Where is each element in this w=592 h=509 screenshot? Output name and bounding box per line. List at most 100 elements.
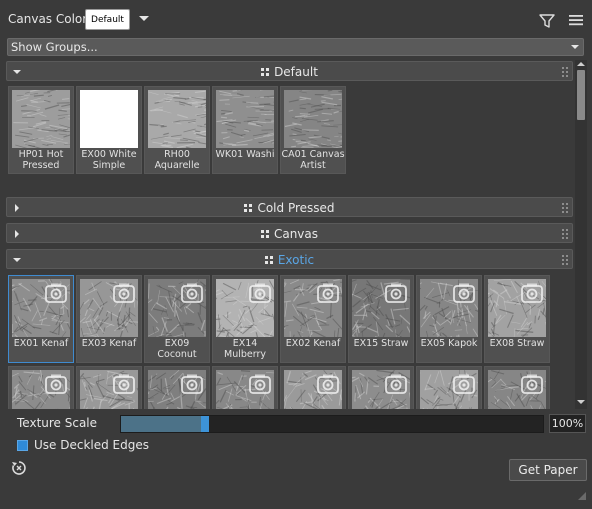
paper-label-line1: EX08 Straw bbox=[489, 338, 545, 349]
group-header-cold-pressed[interactable]: Cold Pressed bbox=[6, 197, 573, 217]
group-header-canvas[interactable]: Canvas bbox=[6, 223, 573, 243]
paper-label-line1: EX01 Kenaf bbox=[13, 338, 69, 349]
paper-tile[interactable]: HP01 Hot Pressed bbox=[8, 86, 74, 174]
show-groups-dropdown[interactable]: Show Groups... bbox=[7, 38, 584, 56]
group-header-default[interactable]: Default bbox=[6, 61, 573, 81]
paper-label: WK01 Washi bbox=[213, 149, 277, 160]
paper-label: CA01 Canvas Artist bbox=[281, 149, 345, 171]
group-title: Canvas bbox=[273, 227, 319, 241]
paper-tile[interactable] bbox=[144, 366, 210, 409]
paper-tile[interactable]: EX15 Straw bbox=[348, 275, 414, 363]
camera-icon bbox=[385, 283, 407, 303]
paper-label: EX05 Kapok bbox=[417, 338, 481, 349]
paper-thumbnail bbox=[148, 90, 206, 148]
canvas-color-label: Canvas Color bbox=[8, 12, 88, 26]
paper-label-line1: CA01 Canvas bbox=[281, 149, 345, 160]
paper-label-line2: Simple bbox=[92, 160, 126, 171]
scroll-down-icon[interactable] bbox=[577, 398, 585, 406]
texture-scale-slider[interactable] bbox=[120, 415, 544, 433]
paper-thumbnail bbox=[80, 279, 138, 337]
paper-label-line1: HP01 Hot bbox=[18, 149, 64, 160]
paper-tile[interactable]: EX05 Kapok bbox=[416, 275, 482, 363]
paper-tile[interactable] bbox=[484, 366, 550, 409]
grip-icon[interactable] bbox=[562, 203, 568, 213]
camera-icon bbox=[113, 374, 135, 394]
paper-tile[interactable]: CA01 Canvas Artist bbox=[280, 86, 346, 174]
canvas-color-swatch[interactable]: Default bbox=[85, 9, 130, 30]
paper-label: EX09 Coconut bbox=[145, 338, 209, 360]
camera-icon bbox=[453, 374, 475, 394]
grip-icon[interactable] bbox=[562, 229, 568, 239]
texture-scale-value[interactable]: 100% bbox=[549, 414, 586, 433]
paper-thumbnail bbox=[284, 90, 342, 148]
paper-thumbnail bbox=[352, 279, 410, 337]
paper-label-line1: EX02 Kenaf bbox=[285, 338, 341, 349]
paper-tile[interactable]: EX03 Kenaf bbox=[76, 275, 142, 363]
paper-label-line1: EX03 Kenaf bbox=[81, 338, 137, 349]
paper-label: EX15 Straw bbox=[349, 338, 413, 349]
paper-thumbnail bbox=[284, 279, 342, 337]
get-paper-button[interactable]: Get Paper bbox=[509, 459, 587, 481]
paper-thumbnail bbox=[284, 370, 342, 409]
paper-thumbnail bbox=[148, 279, 206, 337]
paper-thumbnail bbox=[12, 90, 70, 148]
paper-tile[interactable] bbox=[212, 366, 278, 409]
scroll-up-icon[interactable] bbox=[577, 60, 585, 68]
texture-scale-label: Texture Scale bbox=[17, 416, 98, 430]
scrollbar-thumb[interactable] bbox=[577, 70, 585, 120]
paper-tile[interactable] bbox=[280, 366, 346, 409]
paper-label-line2: Pressed bbox=[22, 160, 60, 171]
camera-icon bbox=[317, 283, 339, 303]
paper-thumbnail bbox=[420, 370, 478, 409]
paper-tile[interactable]: WK01 Washi bbox=[212, 86, 278, 174]
deckled-edges-checkbox[interactable] bbox=[17, 440, 28, 451]
paper-tile[interactable]: RH00 Aquarelle bbox=[144, 86, 210, 174]
paper-tile[interactable] bbox=[348, 366, 414, 409]
paper-tile[interactable]: EX01 Kenaf bbox=[8, 275, 74, 363]
grid-icon bbox=[261, 68, 270, 76]
group-title: Exotic bbox=[277, 253, 315, 267]
camera-icon bbox=[521, 374, 543, 394]
paper-tile[interactable]: EX14 Mulberry bbox=[212, 275, 278, 363]
paper-label: EX00 White Simple bbox=[77, 149, 141, 171]
grip-icon[interactable] bbox=[562, 255, 568, 265]
paper-tile[interactable] bbox=[8, 366, 74, 409]
paper-thumbnail bbox=[216, 370, 274, 409]
paper-label: RH00 Aquarelle bbox=[145, 149, 209, 171]
paper-thumbnail bbox=[216, 90, 274, 148]
paper-label-line2: Mulberry bbox=[224, 349, 266, 360]
group-title: Cold Pressed bbox=[257, 201, 335, 215]
paper-tile[interactable] bbox=[416, 366, 482, 409]
paper-tile[interactable]: EX00 White Simple bbox=[76, 86, 142, 174]
filter-icon[interactable] bbox=[538, 12, 556, 30]
paper-label-line1: EX09 bbox=[164, 338, 190, 349]
paper-tile[interactable]: EX08 Straw bbox=[484, 275, 550, 363]
paper-tile[interactable]: EX02 Kenaf bbox=[280, 275, 346, 363]
reset-icon[interactable] bbox=[11, 460, 27, 476]
paper-thumbnail bbox=[216, 279, 274, 337]
paper-thumbnail bbox=[488, 279, 546, 337]
camera-icon bbox=[453, 283, 475, 303]
paper-tile[interactable] bbox=[76, 366, 142, 409]
camera-icon bbox=[45, 374, 67, 394]
paper-thumbnail bbox=[80, 370, 138, 409]
group-header-exotic[interactable]: Exotic bbox=[6, 249, 573, 269]
camera-icon bbox=[45, 283, 67, 303]
paper-tile[interactable]: EX09 Coconut bbox=[144, 275, 210, 363]
paper-label: EX01 Kenaf bbox=[9, 338, 73, 349]
paper-label-line2: Aquarelle bbox=[154, 160, 200, 171]
chevron-down-icon[interactable] bbox=[138, 13, 150, 25]
chevron-down-icon bbox=[571, 45, 579, 49]
grip-icon[interactable] bbox=[562, 67, 568, 77]
paper-label: EX08 Straw bbox=[485, 338, 549, 349]
slider-handle[interactable] bbox=[201, 416, 209, 432]
slider-fill bbox=[121, 416, 205, 432]
camera-icon bbox=[249, 374, 271, 394]
resize-grip-icon[interactable] bbox=[576, 490, 586, 500]
paper-label-line1: EX05 Kapok bbox=[420, 338, 478, 349]
paper-label-line1: EX14 bbox=[232, 338, 258, 349]
camera-icon bbox=[385, 374, 407, 394]
deckled-edges-label[interactable]: Use Deckled Edges bbox=[34, 438, 149, 452]
hamburger-menu-icon[interactable] bbox=[568, 12, 584, 28]
paper-label-line2: Artist bbox=[300, 160, 326, 171]
